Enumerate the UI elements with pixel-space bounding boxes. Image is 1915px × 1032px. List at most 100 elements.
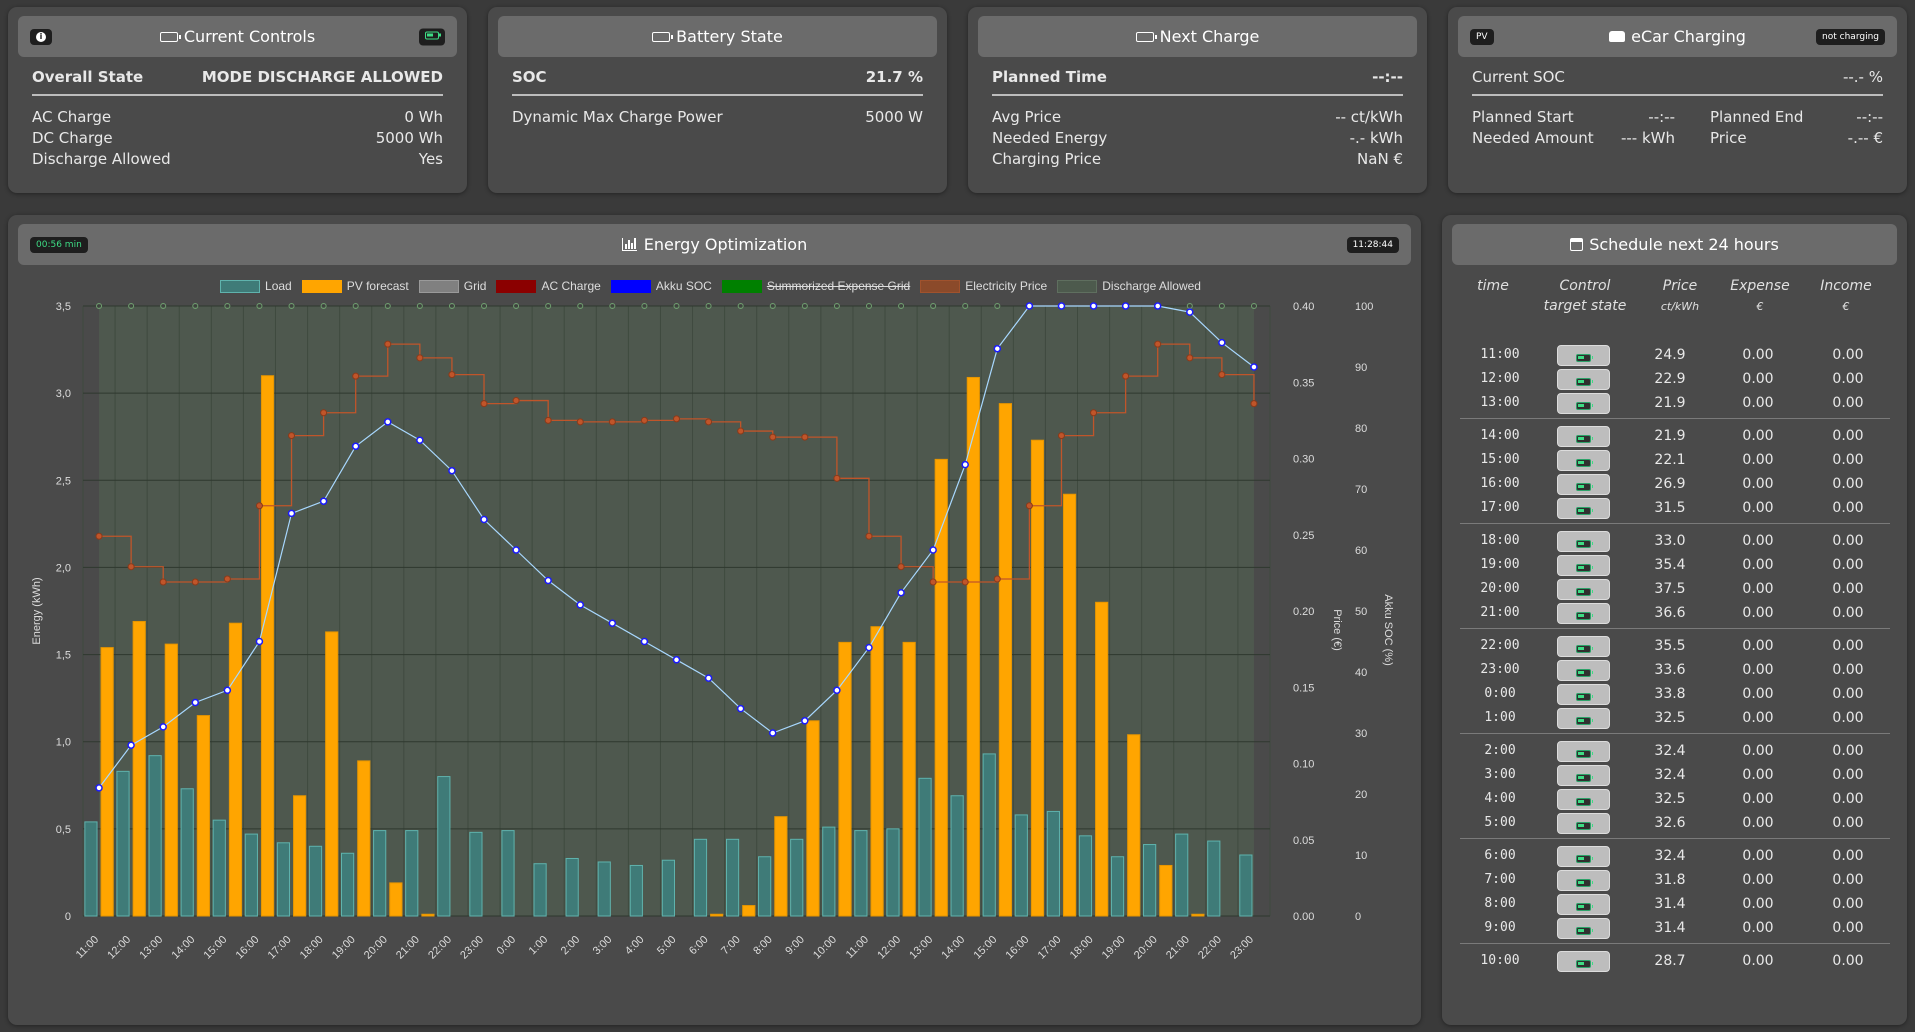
bar-load	[84, 821, 98, 917]
x-tick-label: 22:00	[1196, 934, 1224, 962]
point-electricity-price	[512, 397, 520, 405]
bar-pv-forecast	[710, 913, 724, 917]
y-tick-price: 0.10	[1293, 759, 1314, 771]
point-akku-soc	[191, 698, 200, 707]
bar-pv-forecast	[1095, 601, 1109, 917]
y-tick-price: 0.30	[1293, 454, 1314, 466]
schedule-income: 0.00	[1832, 605, 1864, 621]
control-state-button[interactable]	[1557, 846, 1610, 867]
schedule-price: 32.5	[1654, 791, 1686, 807]
point-electricity-price	[288, 432, 296, 440]
planned-start-label: Planned Start	[1472, 108, 1574, 126]
schedule-time: 15:00	[1480, 452, 1520, 467]
bar-load	[1175, 833, 1189, 917]
bar-pv-forecast	[806, 720, 820, 917]
schedule-row: 21:00 36.6 0.00 0.00	[1460, 603, 1890, 625]
energy-chart: 0 0,5 1,0 1,5 2,0 2,5 3,0 3,5 0.00 0.05 0.10 0.15 0.…	[31, 301, 1394, 962]
battery-charge-icon	[1576, 797, 1593, 806]
control-state-button[interactable]	[1557, 603, 1610, 624]
control-state-button[interactable]	[1557, 789, 1610, 810]
schedule-time: 13:00	[1480, 395, 1520, 410]
bar-load	[276, 842, 291, 917]
schedule-income: 0.00	[1832, 533, 1864, 549]
x-tick-label: 4:00	[623, 934, 647, 958]
control-state-button[interactable]	[1557, 498, 1610, 519]
x-tick-label: 20:00	[362, 934, 390, 962]
bar-load	[405, 830, 419, 917]
control-state-button[interactable]	[1557, 426, 1610, 447]
y-tick-price: 0.00	[1293, 911, 1314, 923]
control-state-button[interactable]	[1557, 894, 1610, 915]
schedule-expense: 0.00	[1742, 743, 1774, 759]
x-tick-label: 20:00	[1132, 934, 1160, 962]
point-electricity-price	[255, 502, 263, 510]
battery-charge-icon	[1576, 401, 1593, 410]
schedule-row: 12:00 22.9 0.00 0.00	[1460, 369, 1890, 391]
control-state-button[interactable]	[1557, 708, 1610, 729]
x-tick-label: 0:00	[495, 934, 519, 958]
control-state-button[interactable]	[1557, 531, 1610, 552]
point-electricity-price	[1025, 502, 1033, 510]
bar-pv-forecast	[1062, 493, 1077, 917]
planned-start-value: --:--	[1648, 108, 1675, 126]
schedule-time: 2:00	[1484, 743, 1516, 758]
control-state-button[interactable]	[1557, 636, 1610, 657]
control-state-button[interactable]	[1557, 951, 1610, 972]
schedule-group-divider	[1460, 733, 1890, 734]
pv-mode-badge[interactable]: PV	[1470, 28, 1494, 45]
bar-load	[212, 819, 226, 917]
control-state-button[interactable]	[1557, 369, 1610, 390]
control-state-button[interactable]	[1557, 579, 1610, 600]
control-state-button[interactable]	[1557, 918, 1610, 939]
battery-charge-icon	[1576, 482, 1593, 491]
header-text: Income	[1820, 278, 1872, 294]
x-tick-label: 22:00	[426, 934, 454, 962]
schedule-income: 0.00	[1832, 428, 1864, 444]
schedule-price: 35.5	[1654, 638, 1686, 654]
bar-pv-forecast	[260, 375, 275, 917]
bar-pv-forecast	[100, 647, 114, 917]
control-state-button[interactable]	[1557, 741, 1610, 762]
y-axis-label-energy: Energy (kWh)	[31, 577, 43, 644]
control-state-button[interactable]	[1557, 765, 1610, 786]
battery-charge-icon	[1576, 377, 1593, 386]
bar-load	[758, 856, 772, 917]
schedule-price: 33.8	[1654, 686, 1686, 702]
control-state-button[interactable]	[1557, 345, 1610, 366]
schedule-time: 11:00	[1480, 347, 1520, 362]
point-electricity-price	[1057, 432, 1065, 440]
control-state-button[interactable]	[1557, 684, 1610, 705]
control-state-button[interactable]	[1557, 393, 1610, 414]
header-subtext: target state	[1543, 298, 1627, 314]
battery-charge-icon	[1576, 587, 1593, 596]
point-akku-soc	[223, 686, 232, 695]
bar-pv-forecast	[838, 641, 852, 917]
bar-load	[950, 795, 964, 917]
schedule-row: 13:00 21.9 0.00 0.00	[1460, 393, 1890, 415]
battery-charge-icon	[1576, 749, 1593, 758]
control-state-button[interactable]	[1557, 813, 1610, 834]
battery-charge-icon	[1576, 644, 1593, 653]
point-akku-soc	[480, 515, 488, 524]
schedule-row: 8:00 31.4 0.00 0.00	[1460, 894, 1890, 916]
control-state-button[interactable]	[1557, 474, 1610, 495]
y-tick-soc: 50	[1355, 606, 1367, 618]
bar-pv-forecast	[966, 376, 980, 917]
y-tick-energy: 1,5	[56, 650, 71, 662]
control-state-button[interactable]	[1557, 660, 1610, 681]
control-state-button[interactable]	[1557, 555, 1610, 576]
battery-charge-icon	[1576, 878, 1593, 887]
control-state-button[interactable]	[1557, 450, 1610, 471]
control-state-button[interactable]	[1557, 870, 1610, 891]
y-tick-energy: 2,5	[56, 475, 71, 487]
point-akku-soc	[1025, 302, 1034, 310]
point-electricity-price	[1154, 340, 1162, 348]
schedule-income: 0.00	[1832, 476, 1864, 492]
battery-charge-icon	[1576, 716, 1593, 725]
y-tick-soc: 90	[1355, 362, 1367, 374]
planned-start-row: Planned Start --:--	[1472, 108, 1675, 126]
schedule-income: 0.00	[1832, 743, 1864, 759]
ecar-charging-header: PV eCar Charging not charging	[1458, 16, 1897, 57]
bar-load	[308, 845, 323, 917]
point-electricity-price	[737, 427, 745, 435]
